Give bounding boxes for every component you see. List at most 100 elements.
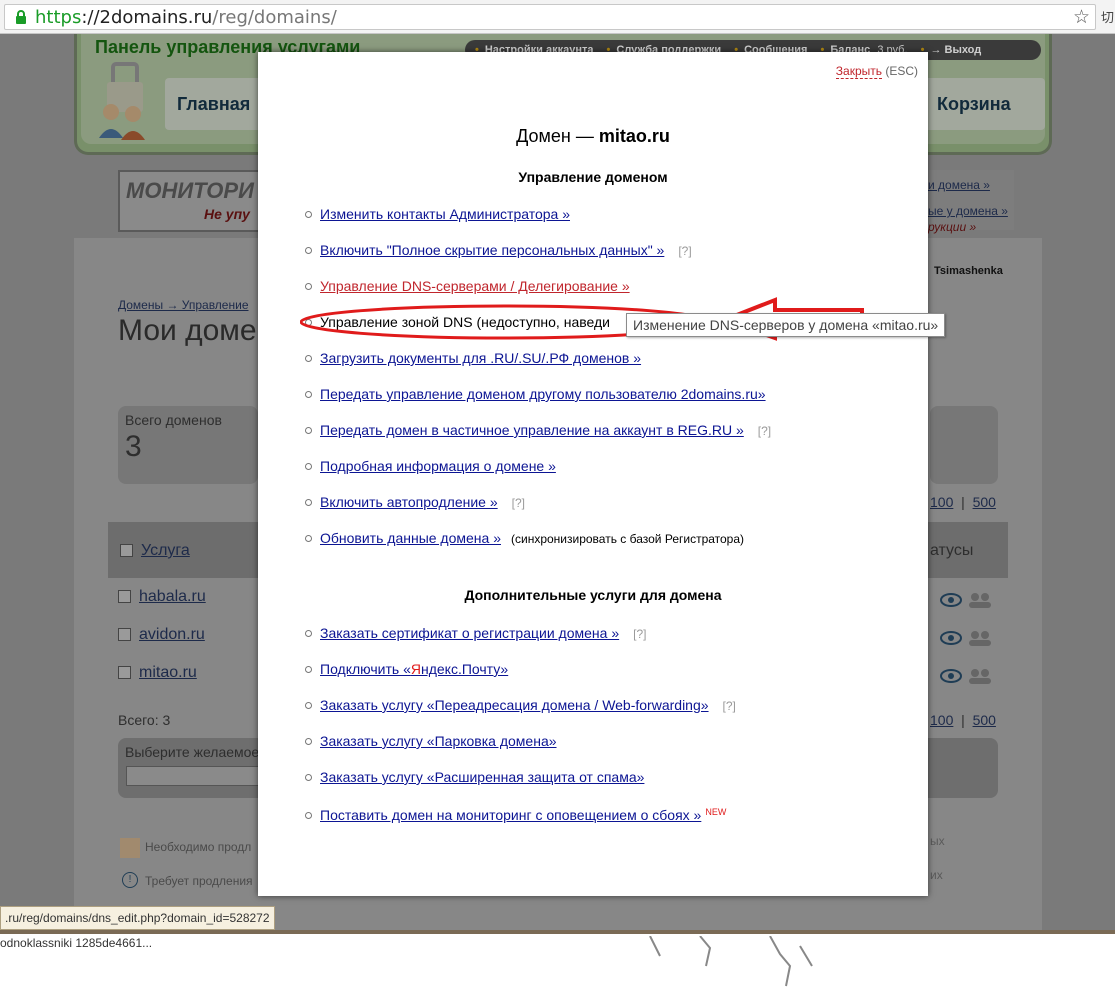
parking-link[interactable]: Заказать услугу «Парковка домена»	[320, 733, 557, 749]
help-link[interactable]: [?]	[512, 496, 525, 510]
close-hint: (ESC)	[885, 64, 918, 78]
col-service[interactable]: Услуга	[141, 542, 190, 559]
eye-icon	[940, 669, 962, 683]
table-row: habala.ru	[118, 588, 268, 606]
partial-management-link[interactable]: Передать домен в частичное управление на…	[320, 422, 744, 438]
eye-icon	[940, 631, 962, 645]
list-item: Подробная информация о домене »	[305, 458, 556, 474]
legend-renew-swatch	[120, 838, 140, 858]
list-item: Изменить контакты Администратора »	[305, 206, 570, 222]
breadcrumb[interactable]: Домены → Управление	[118, 298, 249, 312]
background-decoration	[649, 936, 813, 987]
per-page-500[interactable]: 500	[973, 494, 996, 510]
order-certificate-link[interactable]: Заказать сертификат о регистрации домена…	[320, 625, 619, 641]
monitoring-logo: МОНИТОРИ Не упу	[118, 170, 266, 232]
domain-link[interactable]: habala.ru	[139, 588, 206, 605]
domain-name: mitao.ru	[598, 126, 670, 146]
bottom-text: odnoklassniki 1285de4661...	[0, 936, 153, 950]
list-item: Передать домен в частичное управление на…	[305, 422, 771, 438]
table-row: avidon.ru	[118, 626, 268, 644]
banner-link-1[interactable]: и домена »	[928, 178, 990, 192]
address-bar[interactable]: https://2domains.ru/reg/domains/ ☆	[4, 4, 1096, 30]
transfer-to-user-link[interactable]: Передать управление доменом другому поль…	[320, 386, 766, 402]
web-forwarding-link[interactable]: Заказать услугу «Переадресация домена / …	[320, 697, 709, 713]
list-item: Заказать сертификат о регистрации домена…	[305, 625, 646, 641]
bookmark-star-icon[interactable]: ☆	[1073, 6, 1090, 29]
banner-link-3[interactable]: рукции »	[928, 220, 976, 234]
action-select[interactable]	[126, 766, 262, 786]
total-footer: Всего: 3	[118, 712, 171, 728]
status-icons	[940, 593, 991, 684]
domain-link[interactable]: mitao.ru	[139, 664, 197, 681]
legend-right-2: их	[930, 868, 943, 882]
refresh-note: (синхронизировать с базой Регистратора)	[511, 532, 745, 546]
spam-protection-link[interactable]: Заказать услугу «Расширенная защита от с…	[320, 769, 644, 785]
info-icon: !	[122, 872, 138, 888]
status-bar-url: .ru/reg/domains/dns_edit.php?domain_id=5…	[0, 906, 275, 930]
users-icon	[969, 593, 991, 608]
edit-admin-contacts-link[interactable]: Изменить контакты Администратора »	[320, 206, 570, 222]
url-text: https://2domains.ru/reg/domains/	[35, 7, 337, 28]
users-icon	[969, 669, 991, 684]
upload-documents-link[interactable]: Загрузить документы для .RU/.SU/.РФ доме…	[320, 350, 641, 366]
list-item: Заказать услугу «Переадресация домена / …	[305, 697, 736, 713]
list-item: Включить "Полное скрытие персональных да…	[305, 242, 692, 258]
list-item: Заказать услугу «Парковка домена»	[305, 733, 557, 749]
list-item: Управление DNS-серверами / Делегирование…	[305, 278, 630, 294]
close-control: Закрыть (ESC)	[835, 64, 918, 79]
help-link[interactable]: [?]	[678, 244, 691, 258]
username: Tsimashenka	[934, 265, 1003, 277]
refresh-domain-link[interactable]: Обновить данные домена »	[320, 530, 501, 546]
extension-glyph[interactable]: 切	[1101, 7, 1114, 26]
nav-home[interactable]: Главная	[177, 94, 250, 115]
close-button[interactable]: Закрыть	[835, 64, 882, 79]
list-item: Загрузить документы для .RU/.SU/.РФ доме…	[305, 350, 641, 366]
banner-link-2[interactable]: ые у домена »	[928, 204, 1008, 218]
browser-toolbar: https://2domains.ru/reg/domains/ ☆ 切	[0, 0, 1115, 34]
monitoring-link[interactable]: Поставить домен на мониторинг с оповещен…	[320, 807, 701, 823]
yandex-mail-link[interactable]: Подключить «Яндекс.Почту»	[320, 661, 508, 677]
col-status: атусы	[930, 542, 974, 559]
legend-right-1: ых	[930, 834, 945, 848]
per-page-bottom: 100 | 500	[930, 712, 996, 728]
help-link[interactable]: [?]	[723, 699, 736, 713]
modal-title: Домен — mitao.ru	[516, 126, 670, 146]
legend-needs-renewal: Требует продления	[145, 874, 253, 888]
list-item: Включить автопродление » [?]	[305, 494, 525, 510]
help-link[interactable]: [?]	[758, 424, 771, 438]
link-tooltip: Изменение DNS-серверов у домена «mitao.r…	[626, 313, 946, 337]
eye-icon	[940, 593, 962, 607]
bottom-area: odnoklassniki 1285de4661...	[0, 930, 1115, 1004]
domain-link[interactable]: avidon.ru	[139, 626, 205, 643]
logout-link[interactable]: → Выход	[930, 40, 981, 60]
row-checkbox[interactable]	[118, 666, 131, 680]
list-item: Передать управление доменом другому поль…	[305, 386, 766, 402]
users-lock-icon	[99, 62, 145, 140]
privacy-protection-link[interactable]: Включить "Полное скрытие персональных да…	[320, 242, 664, 258]
legend-renew: Необходимо продл	[145, 840, 252, 854]
list-item: Поставить домен на мониторинг с оповещен…	[305, 807, 727, 823]
domain-info-link[interactable]: Подробная информация о домене »	[320, 458, 556, 474]
total-domains-box: Всего доменов 3	[118, 406, 258, 484]
list-item: Заказать услугу «Расширенная защита от с…	[305, 769, 644, 785]
lock-icon	[16, 10, 26, 24]
help-link[interactable]: [?]	[633, 627, 646, 641]
per-page-100[interactable]: 100	[930, 712, 953, 728]
section-domain-management: Управление доменом	[518, 169, 668, 185]
per-page-500[interactable]: 500	[973, 712, 996, 728]
stat-box-right	[930, 406, 998, 484]
users-icon	[969, 631, 991, 646]
nav-cart[interactable]: Корзина	[937, 94, 1011, 115]
dns-servers-link[interactable]: Управление DNS-серверами / Делегирование…	[320, 278, 630, 294]
list-item: Обновить данные домена » (синхронизироват…	[305, 530, 745, 546]
page-title: Мои домен	[118, 314, 274, 347]
per-page-100[interactable]: 100	[930, 494, 953, 510]
autorenew-link[interactable]: Включить автопродление »	[320, 494, 498, 510]
new-badge: NEW	[705, 807, 727, 817]
domain-actions-modal: Закрыть (ESC) Домен — mitao.ru Управлени…	[258, 52, 928, 896]
list-item: Подключить «Яндекс.Почту»	[305, 661, 508, 677]
per-page-top: 100 | 500	[930, 494, 996, 510]
select-all-checkbox[interactable]	[120, 544, 133, 558]
row-checkbox[interactable]	[118, 590, 131, 604]
row-checkbox[interactable]	[118, 628, 131, 642]
